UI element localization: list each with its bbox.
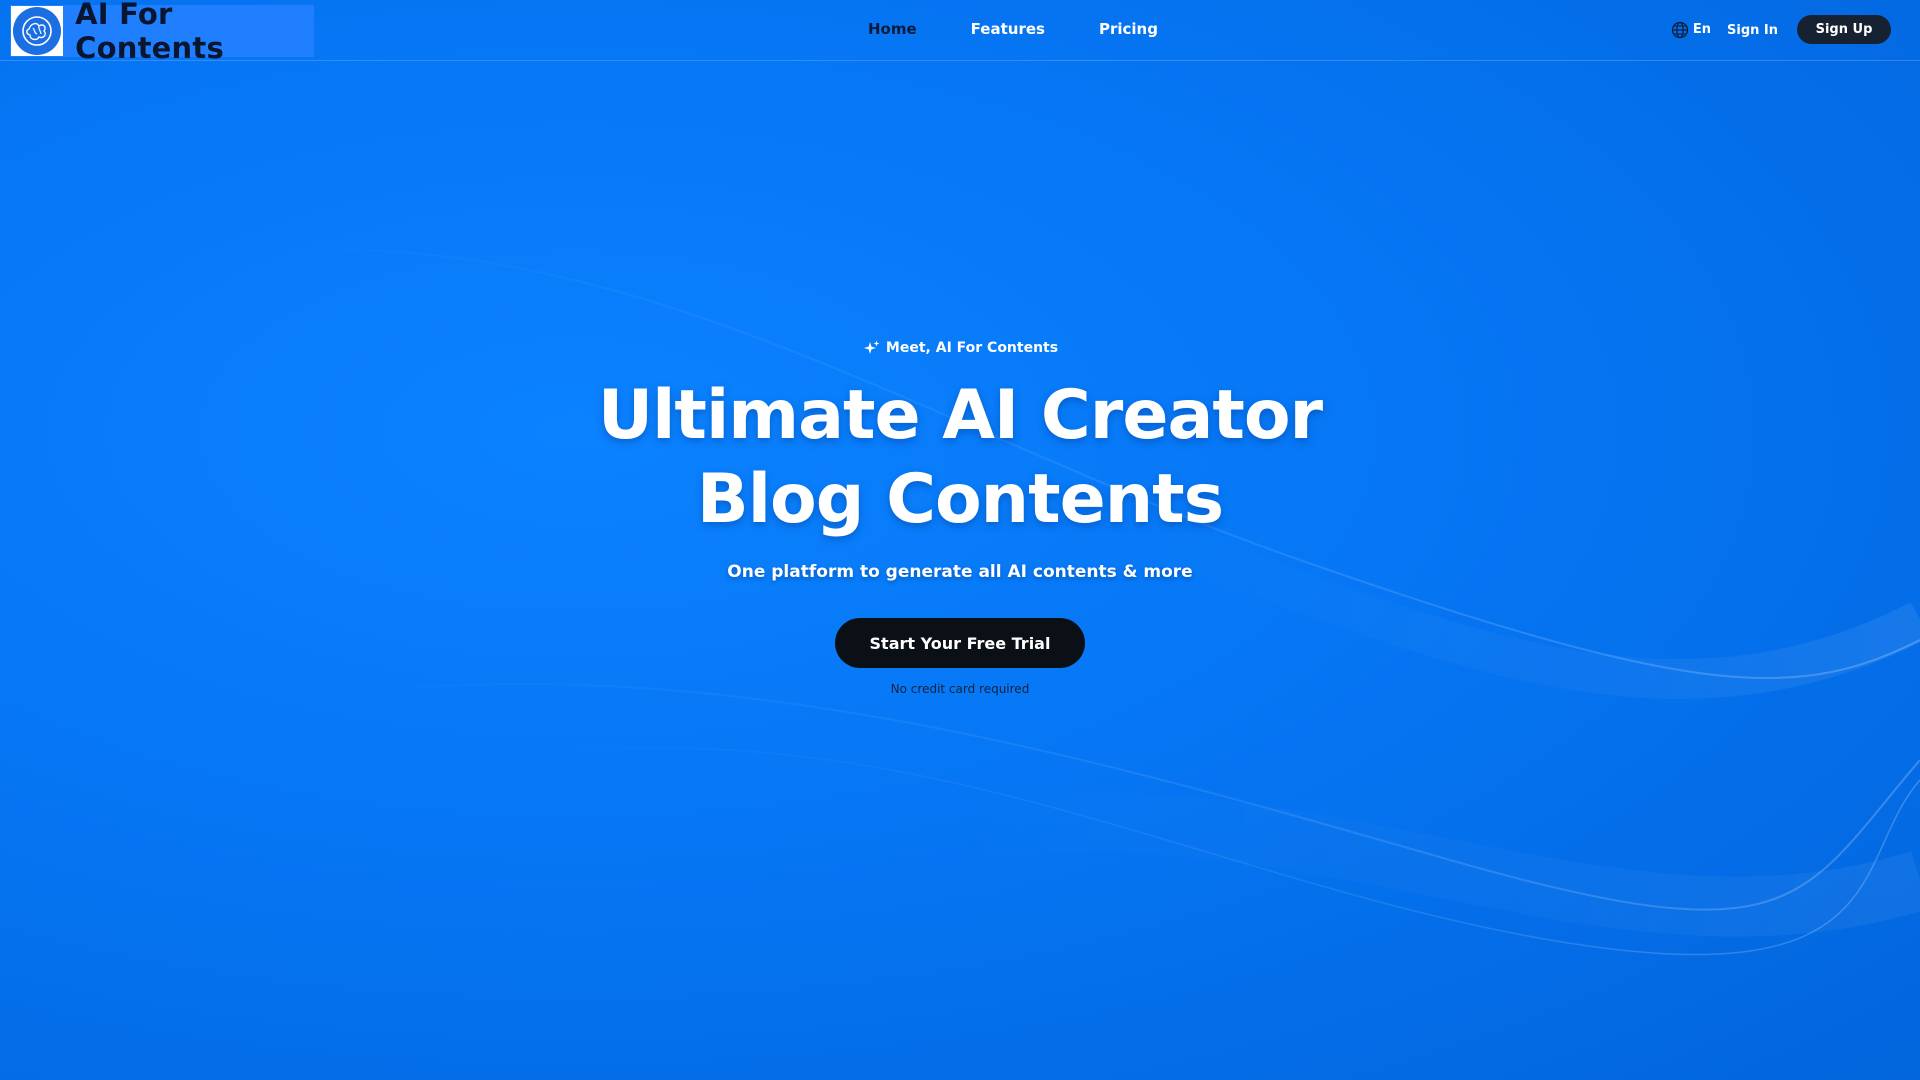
language-label: En <box>1692 22 1711 37</box>
logo-text: AI For Contents <box>75 0 224 65</box>
nav-home[interactable]: Home <box>868 20 917 38</box>
eyebrow-text: Meet, AI For Contents <box>885 340 1059 356</box>
language-selector[interactable]: En <box>1671 21 1711 39</box>
headline-line-2: Blog Contents <box>696 460 1224 539</box>
site-logo[interactable]: AI For Contents <box>10 0 314 65</box>
hero-headline: Ultimate AI Creator Blog Contents <box>0 374 1920 542</box>
hero-section: Meet, AI For Contents Ultimate AI Creato… <box>0 340 1920 696</box>
sign-up-button[interactable]: Sign Up <box>1797 15 1891 44</box>
logo-mark <box>11 6 64 56</box>
brain-icon <box>13 7 62 55</box>
start-free-trial-button[interactable]: Start Your Free Trial <box>835 618 1085 668</box>
nav-pricing[interactable]: Pricing <box>1099 20 1158 38</box>
sign-in-link[interactable]: Sign In <box>1727 23 1778 38</box>
header-actions: En Sign In Sign Up <box>1671 15 1891 44</box>
nav-features[interactable]: Features <box>971 20 1045 38</box>
globe-icon <box>1671 21 1689 38</box>
main-nav: Home Features Pricing <box>868 20 1212 38</box>
sparkles-icon <box>863 340 880 354</box>
hero-subline: One platform to generate all AI contents… <box>727 562 1193 582</box>
top-header: AI For Contents Home Features Pricing En… <box>0 0 1920 65</box>
headline-line-1: Ultimate AI Creator <box>597 376 1323 455</box>
no-credit-card-note: No credit card required <box>890 682 1030 696</box>
hero-eyebrow: Meet, AI For Contents <box>863 340 1059 356</box>
